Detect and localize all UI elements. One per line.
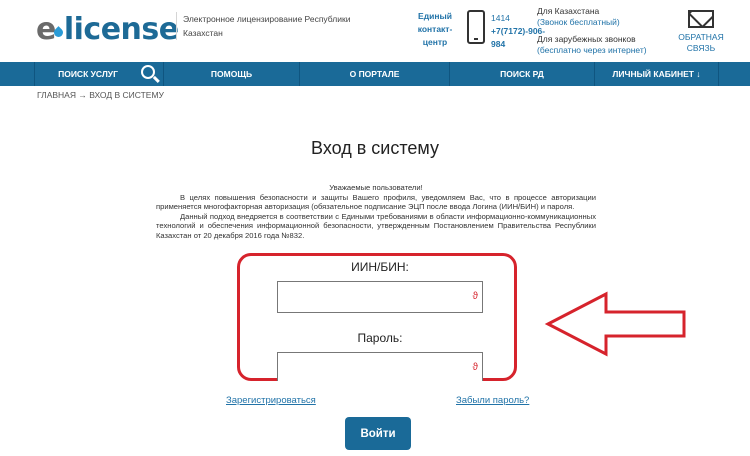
nav-item-label: ПОИСК РД — [500, 69, 544, 79]
feedback-link[interactable]: ОБРАТНАЯ СВЯЗЬ — [672, 10, 730, 54]
mobile-phone-icon — [467, 10, 485, 44]
nav-item-personal-account[interactable]: ЛИЧНЫЙ КАБИНЕТ ↓ — [595, 62, 719, 86]
nav-item-label: О ПОРТАЛЕ — [349, 69, 400, 79]
phone-numbers: 1414 +7(7172)-906-984 — [491, 12, 545, 51]
notice-paragraph: Данный подход внедряется в соответствии … — [156, 211, 596, 240]
password-label: Пароль: — [357, 331, 403, 345]
notice-greeting: Уважаемые пользователи! — [329, 183, 423, 192]
forgot-password-link[interactable]: Забыли пароль? — [456, 395, 529, 406]
logo-text: license — [63, 12, 179, 47]
breadcrumb: ГЛАВНАЯ → ВХОД В СИСТЕМУ — [37, 90, 164, 100]
header: e license Электронное лицензирование Респ… — [0, 0, 750, 62]
breadcrumb-separator: → — [76, 90, 90, 100]
logo-e: e — [36, 12, 56, 47]
main-nav: ПОИСК УСЛУГ ПОМОЩЬ О ПОРТАЛЕ ПОИСК РД ЛИ… — [0, 62, 750, 86]
register-link[interactable]: Зарегистрироваться — [226, 395, 316, 406]
contact-center-label: Единый контакт-центр — [417, 11, 453, 47]
phone-short[interactable]: 1414 — [491, 12, 535, 25]
nav-spacer — [0, 62, 35, 86]
arrow-left-icon — [544, 291, 686, 357]
intl-note: (бесплатно через интернет) — [537, 45, 647, 55]
search-icon[interactable] — [141, 65, 155, 79]
breadcrumb-home-link[interactable]: ГЛАВНАЯ — [37, 90, 76, 100]
kz-label: Для Казахстана — [537, 6, 600, 16]
call-info: Для Казахстана (Звонок бесплатный) Для з… — [537, 6, 657, 56]
login-form-highlight: ИИН/БИН: ϑ Пароль: ϑ — [237, 253, 517, 381]
intl-label: Для зарубежных звонков — [537, 34, 636, 44]
nav-item-about[interactable]: О ПОРТАЛЕ — [300, 62, 450, 86]
breadcrumb-current: ВХОД В СИСТЕМУ — [89, 90, 164, 100]
feedback-label: ОБРАТНАЯ СВЯЗЬ — [678, 32, 724, 53]
input-warning-icon: ϑ — [472, 291, 478, 302]
nav-item-search-rd[interactable]: ПОИСК РД — [450, 62, 595, 86]
iin-label: ИИН/БИН: — [351, 260, 409, 274]
nav-filler — [719, 62, 750, 86]
page-title: Вход в систему — [311, 138, 439, 158]
login-button[interactable]: Войти — [345, 417, 411, 450]
kz-note: (Звонок бесплатный) — [537, 17, 620, 27]
nav-item-search-services[interactable]: ПОИСК УСЛУГ — [35, 62, 164, 86]
phone-long[interactable]: +7(7172)-906-984 — [491, 25, 545, 51]
iin-field[interactable]: ϑ — [277, 281, 483, 313]
nav-item-label: ЛИЧНЫЙ КАБИНЕТ ↓ — [612, 69, 701, 79]
elicense-logo[interactable]: e license — [36, 12, 179, 48]
iin-input[interactable] — [278, 282, 482, 312]
security-notice: Уважаемые пользователи! В целях повышени… — [156, 183, 596, 241]
tagline: Электронное лицензирование Республики Ка… — [176, 12, 356, 40]
password-input[interactable] — [278, 353, 482, 381]
nav-item-label: ПОМОЩЬ — [210, 69, 253, 79]
input-warning-icon: ϑ — [472, 362, 478, 373]
nav-item-help[interactable]: ПОМОЩЬ — [164, 62, 300, 86]
notice-paragraph: В целях повышения безопасности и защиты … — [156, 192, 596, 212]
nav-item-label: ПОИСК УСЛУГ — [58, 69, 118, 79]
envelope-icon — [688, 10, 714, 28]
password-field[interactable]: ϑ — [277, 352, 483, 381]
